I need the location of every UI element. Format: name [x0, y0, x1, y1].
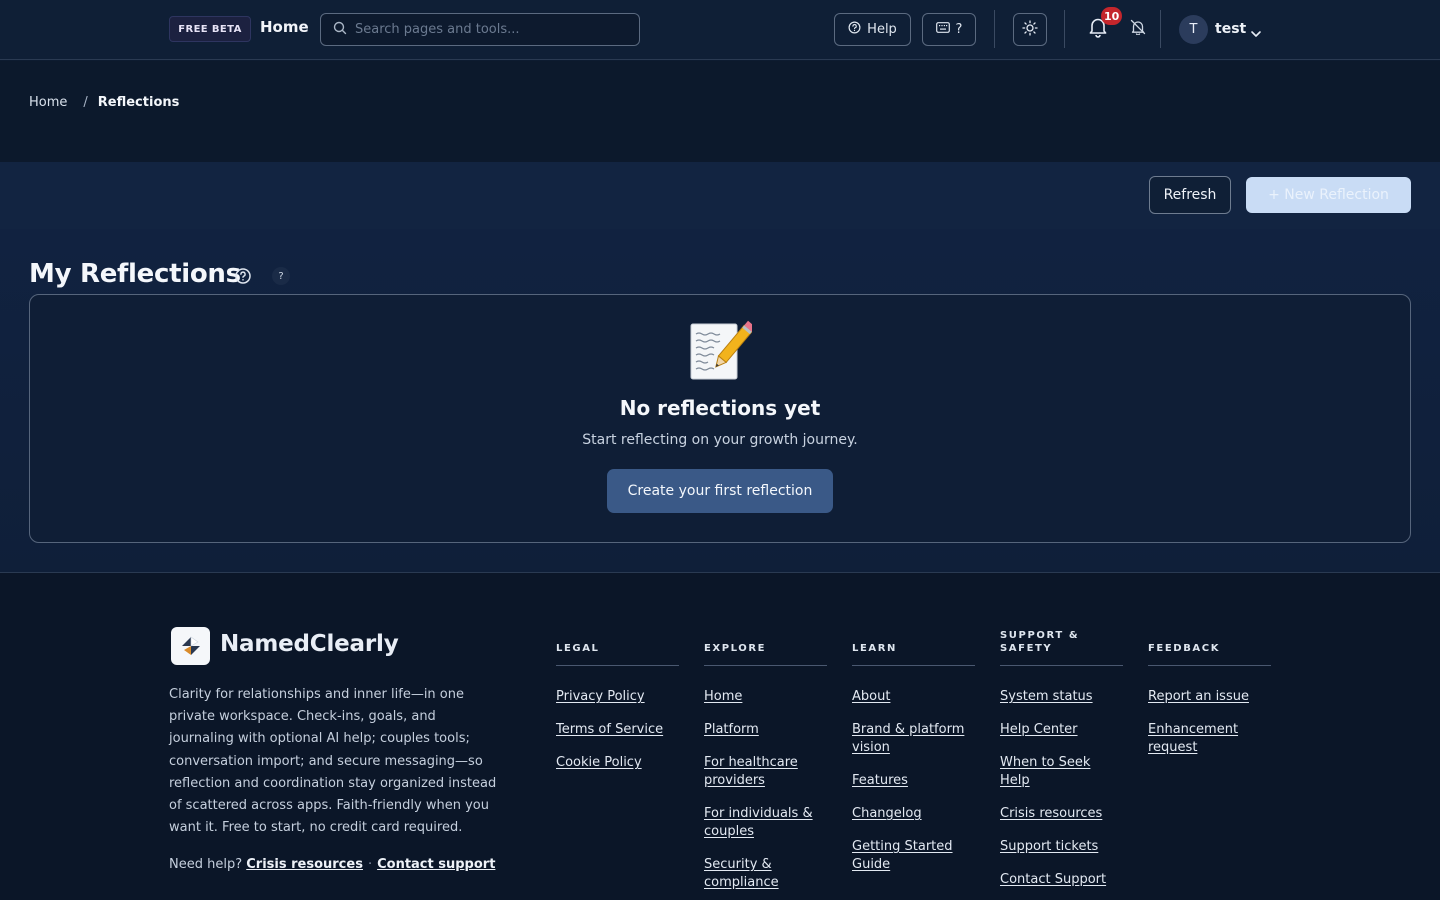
footer-link[interactable]: Enhancement request	[1148, 722, 1238, 755]
new-reflection-button[interactable]: + New Reflection	[1246, 177, 1411, 213]
footer-column-support: SUPPORT & SAFETY System status Help Cent…	[1000, 630, 1123, 900]
footer-column-title: EXPLORE	[704, 630, 827, 666]
notification-count-badge: 10	[1101, 7, 1123, 25]
footer-link[interactable]: For individuals & couples	[704, 806, 813, 839]
footer-link[interactable]: Crisis resources	[1000, 806, 1102, 821]
search-icon	[333, 20, 347, 39]
footer-link[interactable]: Getting Started Guide	[852, 839, 953, 872]
avatar[interactable]: T	[1179, 15, 1208, 44]
breadcrumb: Home / Reflections	[29, 95, 179, 110]
help-label: Help	[867, 22, 897, 37]
empty-state-subtitle: Start reflecting on your growth journey.	[582, 432, 858, 448]
info-button[interactable]: ?	[272, 267, 290, 285]
mute-notifications-button[interactable]	[1129, 19, 1147, 39]
footer-link[interactable]: Support tickets	[1000, 839, 1098, 854]
breadcrumb-current: Reflections	[97, 95, 180, 110]
breadcrumb-home[interactable]: Home	[29, 95, 67, 110]
divider	[1160, 10, 1161, 48]
refresh-button[interactable]: Refresh	[1149, 176, 1231, 214]
footer-link[interactable]: Terms of Service	[556, 722, 663, 737]
footer-link[interactable]: System status	[1000, 689, 1093, 704]
action-bar: Refresh + New Reflection	[0, 162, 1440, 229]
divider	[1064, 10, 1065, 48]
footer-link[interactable]: About	[852, 689, 890, 704]
footer-column-title: LEGAL	[556, 630, 679, 666]
search-box[interactable]	[320, 13, 640, 46]
beta-badge: FREE BETA	[169, 16, 251, 42]
chevron-down-icon[interactable]	[1250, 24, 1262, 43]
need-help-label: Need help?	[169, 857, 243, 872]
footer-link[interactable]: Brand & platform vision	[852, 722, 964, 755]
contact-support-link[interactable]: Contact support	[377, 857, 495, 872]
footer-link[interactable]: Help Center	[1000, 722, 1078, 737]
footer-link[interactable]: Privacy Policy	[556, 689, 645, 704]
keyboard-icon	[935, 22, 950, 37]
footer-link[interactable]: Changelog	[852, 806, 922, 821]
footer-link[interactable]: For healthcare providers	[704, 755, 798, 788]
footer-column-learn: LEARN About Brand & platform vision Feat…	[852, 630, 975, 889]
footer-link[interactable]: Report an issue	[1148, 689, 1249, 704]
page-title: My Reflections	[29, 259, 241, 289]
bell-off-icon	[1130, 19, 1146, 39]
footer-link[interactable]: Cookie Policy	[556, 755, 642, 770]
home-link[interactable]: Home	[260, 18, 309, 36]
footer-link[interactable]: Platform	[704, 722, 759, 737]
user-name[interactable]: test	[1215, 21, 1246, 37]
empty-state-title: No reflections yet	[619, 396, 821, 420]
footer-link[interactable]: When to Seek Help	[1000, 755, 1090, 788]
crisis-resources-link[interactable]: Crisis resources	[246, 857, 363, 872]
brand-name[interactable]: NamedClearly	[220, 631, 399, 657]
footer-link[interactable]: Security & compliance	[704, 857, 779, 890]
footer-column-title: SUPPORT & SAFETY	[1000, 630, 1123, 666]
footer-link[interactable]: Features	[852, 773, 908, 788]
footer-description: Clarity for relationships and inner life…	[169, 687, 497, 836]
help-circle-icon[interactable]	[234, 267, 252, 285]
divider	[994, 10, 995, 48]
help-circle-icon	[848, 21, 861, 38]
footer-link[interactable]: Contact Support	[1000, 872, 1106, 887]
separator-dot: ·	[367, 857, 373, 872]
footer-column-title: LEARN	[852, 630, 975, 666]
breadcrumb-band: Home / Reflections	[0, 61, 1440, 162]
logo[interactable]	[171, 627, 210, 665]
footer-column-feedback: FEEDBACK Report an issue Enhancement req…	[1148, 630, 1271, 772]
footer-column-legal: LEGAL Privacy Policy Terms of Service Co…	[556, 630, 679, 787]
sun-icon	[1022, 19, 1038, 40]
breadcrumb-separator: /	[83, 95, 88, 110]
footer-column-title: FEEDBACK	[1148, 630, 1271, 666]
footer-column-explore: EXPLORE Home Platform For healthcare pro…	[704, 630, 827, 900]
memo-icon	[688, 320, 756, 382]
need-help-line: Need help? Crisis resources · Contact supp…	[169, 857, 495, 872]
keyboard-shortcuts-button[interactable]: ?	[922, 13, 976, 46]
create-first-reflection-button[interactable]: Create your first reflection	[607, 469, 833, 513]
shortcuts-label: ?	[955, 22, 963, 37]
theme-toggle-button[interactable]	[1013, 13, 1047, 46]
search-input[interactable]	[355, 22, 625, 37]
help-button[interactable]: Help	[834, 13, 911, 46]
footer-link[interactable]: Home	[704, 689, 742, 704]
